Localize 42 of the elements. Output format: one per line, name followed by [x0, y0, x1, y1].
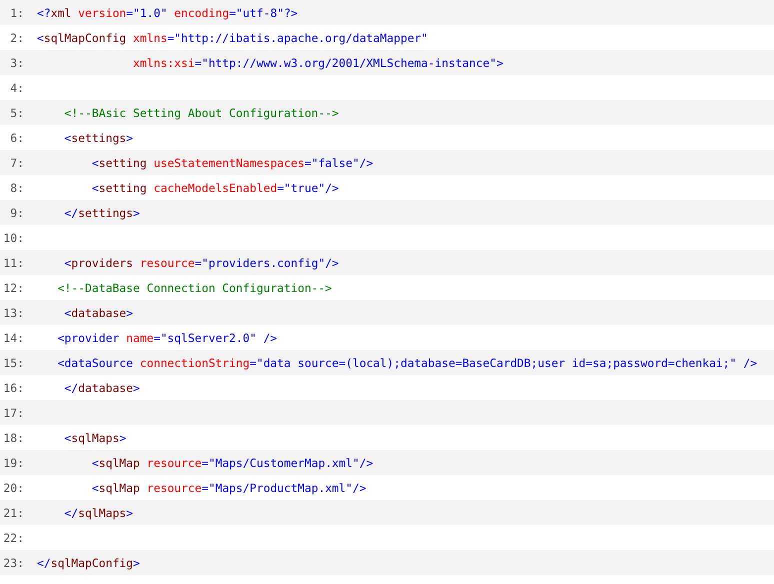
code-text: <!--DataBase Connection Configuration-->: [56, 280, 332, 294]
code-text: </sqlMapConfig>: [37, 556, 140, 570]
line-number: 9:: [9, 206, 24, 220]
line-number: 21:: [2, 506, 24, 520]
line-number: 12:: [2, 280, 24, 294]
code-text: </sqlMaps>: [63, 506, 134, 520]
code-text: <?xml version="1.0" encoding="utf-8"?>: [37, 6, 298, 20]
line-number: 2:: [9, 30, 24, 44]
code-text: xmlns:xsi="http://www.w3.org/2001/XMLSchema-instance">: [132, 56, 504, 70]
line-number: 10:: [2, 230, 24, 244]
code-text: <setting useStatementNamespaces="false"/>: [90, 156, 374, 170]
code-text: <!--BAsic Setting About Configuration-->: [63, 106, 339, 120]
line-number: 13:: [2, 306, 24, 320]
code-text: </settings>: [63, 206, 140, 220]
code-text: <sqlMap resource="Maps/CustomerMap.xml"/>: [90, 456, 374, 470]
code-text: <sqlMaps>: [63, 430, 126, 444]
line-number: 18:: [2, 430, 24, 444]
line-number: 15:: [2, 356, 24, 370]
line-number: 11:: [2, 256, 24, 270]
line-number: 20:: [2, 480, 24, 494]
code-text: <sqlMapConfig xmlns="http://ibatis.apache.org/dataMapper": [37, 30, 428, 44]
line-number: 7:: [9, 156, 24, 170]
code-text: <sqlMap resource="Maps/ProductMap.xml"/>: [90, 480, 366, 494]
code-text: </database>: [63, 380, 140, 394]
line-number: 14:: [2, 330, 24, 344]
line-number: 16:: [2, 380, 24, 394]
code-text: <provider name="sqlServer2.0" />: [56, 330, 278, 344]
line-number: 6:: [9, 130, 24, 144]
line-number: 22:: [2, 530, 24, 544]
line-number: 3:: [9, 56, 24, 70]
code-text: <providers resource="providers.config"/>: [63, 256, 339, 270]
code-text: <database>: [63, 306, 134, 320]
code-text: <settings>: [63, 130, 134, 144]
line-number: 19:: [2, 456, 24, 470]
line-number: 8:: [9, 180, 24, 194]
line-number: 5:: [9, 106, 24, 120]
line-number: 17:: [2, 406, 24, 420]
line-number: 1:: [9, 6, 24, 20]
code-text: <setting cacheModelsEnabled="true"/>: [90, 180, 339, 194]
line-number: 23:: [2, 556, 24, 570]
code-text: <dataSource connectionString="data source=(local);database=BaseCardDB;user id=sa;password=chenkai;" />: [56, 356, 758, 370]
line-number: 4:: [9, 80, 24, 94]
